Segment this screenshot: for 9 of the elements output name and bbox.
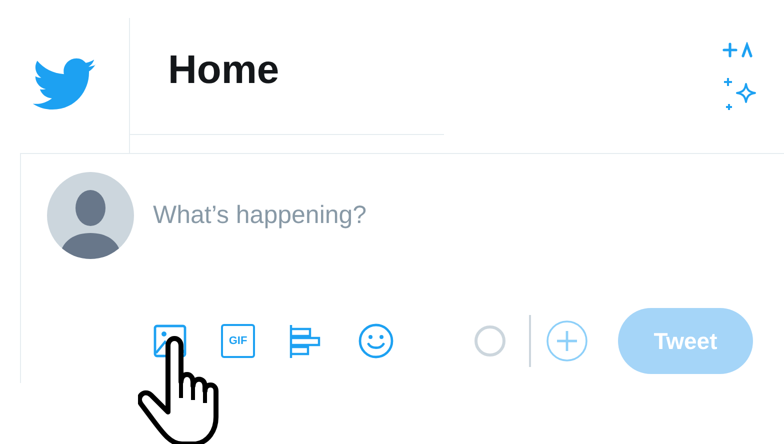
add-icon[interactable] (546, 320, 588, 362)
compose-field[interactable]: What’s happening? (153, 196, 754, 234)
progress-circle-icon (473, 324, 507, 358)
smiley-icon[interactable] (358, 323, 394, 359)
plus-caret-icon (722, 42, 754, 58)
page-title: Home (168, 50, 280, 90)
poll-icon[interactable] (288, 324, 322, 358)
gif-button[interactable]: GIF (221, 324, 255, 358)
bird-logo-icon[interactable] (32, 58, 96, 112)
